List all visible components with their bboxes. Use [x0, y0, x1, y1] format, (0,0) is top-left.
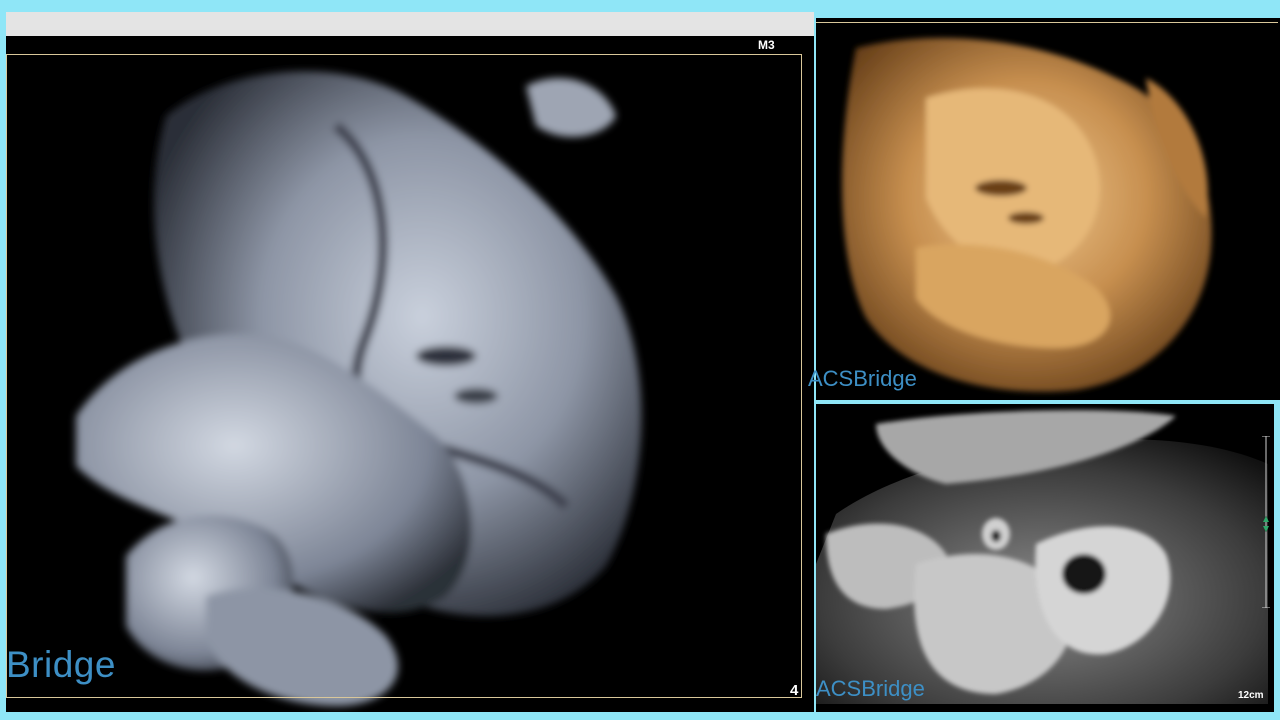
- depth-label: 12cm: [1238, 690, 1264, 701]
- ultrasound-2d-bmode-view: [816, 404, 1274, 712]
- watermark-text: Bridge: [6, 644, 116, 685]
- left-view-frame: [6, 54, 802, 698]
- depth-scale-bar: [1262, 436, 1270, 608]
- view-index-label: 4: [790, 682, 799, 699]
- top-toolbar-bar: [6, 12, 814, 36]
- fetal-face-sepia-render: [842, 38, 1212, 392]
- ultrasound-3d-sepia-view: [816, 18, 1280, 400]
- mode-label: M3: [758, 38, 775, 52]
- bmode-scan-image: [816, 410, 1268, 704]
- right-top-frame-line: [816, 22, 1278, 23]
- watermark-text: ACSBridge: [816, 676, 925, 701]
- watermark-text: ACSBridge: [808, 366, 917, 391]
